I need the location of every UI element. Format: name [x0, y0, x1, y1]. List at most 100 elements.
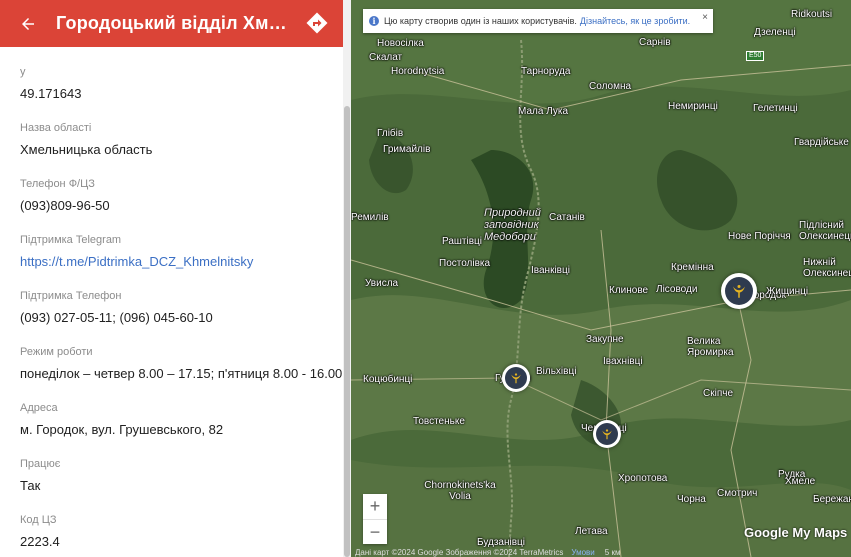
map-marker-gusyatyn[interactable]: [502, 364, 530, 392]
back-button[interactable]: [0, 0, 56, 47]
field-phone: Телефон Ф/ЦЗ (093)809-96-50: [20, 177, 110, 214]
map-place: Смотрич: [717, 488, 758, 499]
map-place: Лісоводи: [656, 284, 698, 295]
directions-icon: [306, 12, 328, 34]
map-place: Сатанів: [549, 212, 585, 223]
map-footer: Дані карт ©2024 Google Зображення ©2024 …: [355, 548, 620, 557]
field-label: Телефон Ф/ЦЗ: [20, 178, 95, 190]
map-place: Гелетинці: [753, 103, 798, 114]
field-value: м. Городок, вул. Грушевського, 82: [20, 422, 224, 437]
map-place: Ridkoutsi: [791, 9, 833, 20]
zoom-out-button[interactable]: −: [363, 520, 387, 545]
directions-button[interactable]: [305, 11, 329, 35]
field-value: 49.171643: [20, 86, 82, 101]
terms-link[interactable]: Умови: [571, 548, 594, 557]
notice-text: Цю карту створив один із наших користува…: [384, 16, 577, 26]
map-place: Сарнів: [639, 37, 671, 48]
field-value: (093) 027-05-11; (096) 045-60-10: [20, 310, 213, 325]
map-place-reserve: Природний заповідник Медобори: [484, 207, 541, 243]
field-value: Так: [20, 478, 41, 493]
map-place: Летава: [575, 526, 608, 537]
map-place: Нове Поріччя: [728, 231, 791, 242]
panel-scrollbar-thumb[interactable]: [344, 106, 350, 557]
field-telegram: Підтримка Telegram https://t.me/Pidtrimk…: [20, 233, 253, 270]
info-icon: i: [369, 16, 379, 26]
field-value: (093)809-96-50: [20, 198, 110, 213]
map-place: Будзанівці: [477, 537, 525, 548]
map-place: Нижній Олексинець: [803, 257, 851, 279]
field-label: Код ЦЗ: [20, 514, 57, 526]
map-place: Жищинці: [766, 286, 809, 297]
map-place: Дзеленці: [754, 27, 796, 38]
field-value: Хмельницька область: [20, 142, 153, 157]
map-place: Гвардійське: [794, 137, 849, 148]
field-address: Адреса м. Городок, вул. Грушевського, 82: [20, 401, 223, 438]
field-value: понеділок – четвер 8.00 – 17.15; п'ятниц…: [20, 366, 343, 381]
field-label: Назва області: [20, 122, 92, 134]
zoom-controls: + −: [363, 494, 387, 544]
map-place: Скалат: [369, 52, 403, 63]
employment-center-icon: [511, 373, 521, 384]
panel-header: Городоцький відділ Хмельн…: [0, 0, 343, 47]
map-marker-chemerivtsi[interactable]: [593, 420, 621, 448]
zoom-in-button[interactable]: +: [363, 494, 387, 519]
map-place: Новосілка: [377, 38, 424, 49]
map-place: Чорна: [677, 494, 706, 505]
employment-center-icon: [733, 285, 745, 298]
page-title: Городоцький відділ Хмельн…: [56, 13, 288, 33]
close-icon[interactable]: ×: [702, 12, 708, 23]
field-label: Режим роботи: [20, 346, 93, 358]
map-notice-banner: i Цю карту створив один із наших користу…: [363, 9, 713, 33]
field-working: Працює Так: [20, 457, 60, 494]
map-place: Хмеле: [785, 476, 816, 487]
map-place: Велика Яромирка: [687, 336, 734, 358]
map-attribution: Дані карт ©2024 Google Зображення ©2024 …: [355, 548, 564, 557]
map-place: Вільхівці: [536, 366, 577, 377]
scale-label[interactable]: 5 км: [605, 548, 621, 557]
info-panel: Городоцький відділ Хмельн… y 49.171643 Н…: [0, 0, 351, 557]
map-place: Horodnytsia: [391, 66, 445, 77]
map-place: Клинове: [609, 285, 649, 296]
map-place: Хропотова: [618, 473, 668, 484]
map-view[interactable]: E50 Новосілка Скалат Horodnytsia Тарнору…: [351, 0, 851, 557]
map-place: Соломна: [589, 81, 632, 92]
map-place: Постолівка: [439, 258, 491, 269]
map-place: Тарнорудa: [521, 66, 571, 77]
map-marker-gorodok[interactable]: [721, 273, 757, 309]
field-support-phone: Підтримка Телефон (093) 027-05-11; (096)…: [20, 289, 213, 326]
field-label: Підтримка Телефон: [20, 290, 122, 302]
map-place: Глібів: [377, 128, 404, 139]
highway-badge: E50: [746, 51, 765, 61]
details-list: y 49.171643 Назва області Хмельницька об…: [0, 47, 343, 557]
field-code: Код ЦЗ 2223.4: [20, 513, 60, 550]
field-schedule: Режим роботи понеділок – четвер 8.00 – 1…: [20, 345, 343, 382]
employment-center-icon: [602, 429, 612, 440]
map-place: Підлісний Олексинець: [799, 220, 851, 242]
field-label: y: [20, 66, 26, 78]
field-label: Працює: [20, 458, 61, 470]
field-y: y 49.171643: [20, 65, 81, 102]
map-place: Івахнівці: [603, 356, 643, 367]
map-place: Кремінна: [671, 262, 714, 273]
telegram-link[interactable]: https://t.me/Pidtrimka_DCZ_Khmelnitsky: [20, 254, 253, 270]
map-place: Іванківці: [531, 265, 570, 276]
google-my-maps-logo: Google My Maps: [744, 525, 848, 540]
map-place: Гримайлів: [383, 144, 431, 155]
field-region: Назва області Хмельницька область: [20, 121, 152, 158]
field-label: Підтримка Telegram: [20, 234, 122, 246]
map-place: Коцюбинці: [363, 374, 413, 385]
field-value: 2223.4: [20, 534, 60, 549]
map-place: Chornokinets'ka Volia: [424, 480, 496, 502]
map-place: Скіпче: [703, 388, 734, 399]
field-label: Адреса: [20, 402, 58, 414]
map-place: Товстеньке: [413, 416, 465, 427]
map-place: Мала Лука: [518, 106, 569, 117]
map-place: Ремилів: [351, 212, 389, 223]
map-place: Немиринці: [668, 101, 718, 112]
arrow-left-icon: [22, 17, 34, 30]
map-place: Увисла: [365, 278, 399, 289]
map-place: Раштівці: [442, 236, 482, 247]
map-place: Бережанка: [813, 494, 851, 505]
map-place: Закупне: [586, 334, 624, 345]
notice-learn-link[interactable]: Дізнайтесь, як це зробити.: [580, 16, 690, 26]
